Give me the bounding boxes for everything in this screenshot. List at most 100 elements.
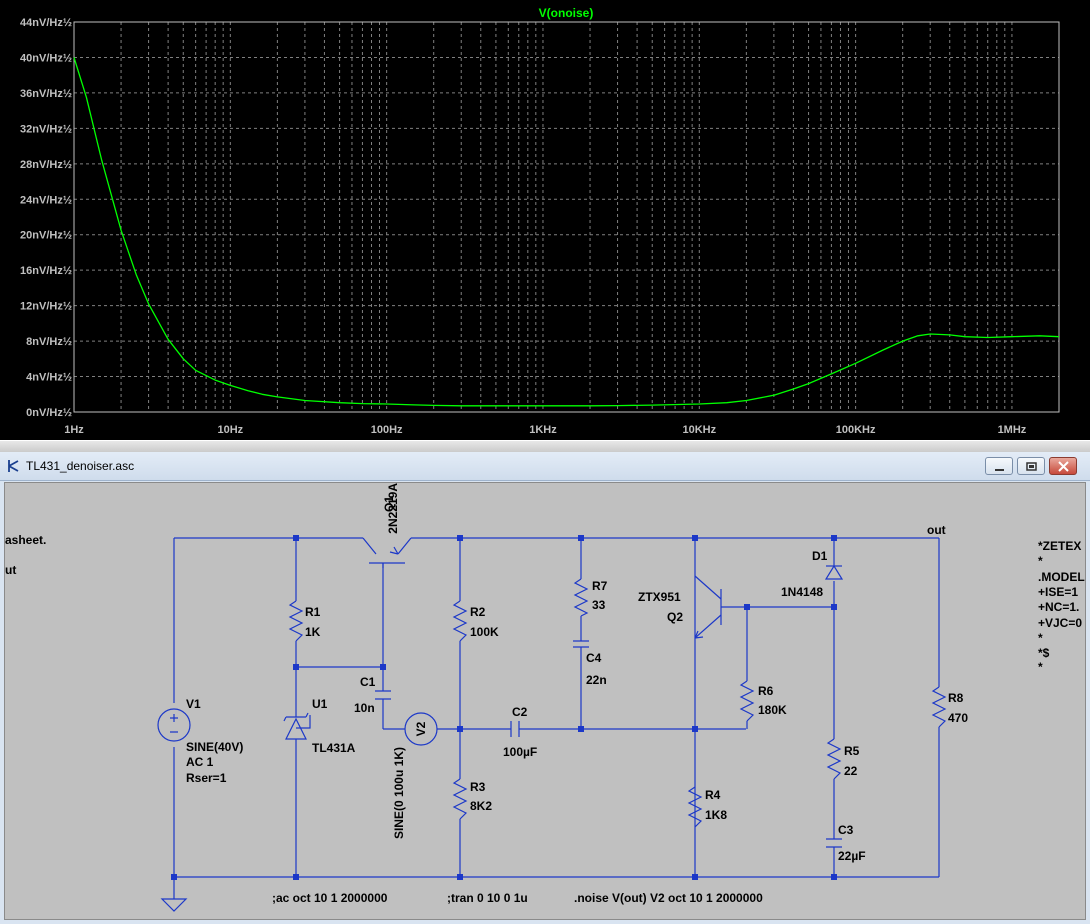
r7-ref[interactable]: R7: [592, 579, 608, 593]
directive-noise[interactable]: .noise V(out) V2 oct 10 1 2000000: [574, 891, 763, 905]
r1-value[interactable]: 1K: [305, 625, 321, 639]
v1-line3[interactable]: Rser=1: [186, 771, 227, 785]
d1-ref[interactable]: D1: [812, 549, 828, 563]
r6-ref[interactable]: R6: [758, 684, 774, 698]
model-line: *$: [1038, 646, 1050, 660]
capacitors[interactable]: [375, 640, 842, 848]
y-tick-label[interactable]: 4nV/Hz½: [26, 372, 72, 384]
v1-line1[interactable]: SINE(40V): [186, 740, 243, 754]
net-label-out[interactable]: out: [927, 523, 946, 537]
x-tick-label[interactable]: 1KHz: [529, 424, 557, 436]
r3-value[interactable]: 8K2: [470, 799, 492, 813]
directive-tran[interactable]: ;tran 0 10 0 1u: [447, 891, 528, 905]
noise-plot[interactable]: 0nV/Hz½ 4nV/Hz½ 8nV/Hz½ 12nV/Hz½ 16nV/Hz½ 20n…: [0, 0, 1090, 440]
v1-ref[interactable]: V1: [186, 697, 201, 711]
r2-ref[interactable]: R2: [470, 605, 486, 619]
q2-ref[interactable]: Q2: [667, 610, 683, 624]
trace-label[interactable]: V(onoise): [539, 6, 594, 20]
x-tick-label[interactable]: 10Hz: [217, 424, 243, 436]
c4-ref[interactable]: C4: [586, 651, 602, 665]
resistor-r5: [826, 738, 842, 780]
v2-value[interactable]: SINE(0 100u 1K): [392, 747, 406, 839]
close-button[interactable]: [1049, 457, 1077, 475]
x-tick-label[interactable]: 100Hz: [371, 424, 403, 436]
model-line: *: [1038, 660, 1043, 674]
r4-value[interactable]: 1K8: [705, 808, 727, 822]
minimize-icon: [995, 469, 1004, 471]
diode-d1[interactable]: [824, 564, 844, 580]
junction-dots: [171, 535, 837, 880]
r5-ref[interactable]: R5: [844, 744, 860, 758]
resistor-r7: [573, 578, 589, 617]
v2-ref[interactable]: V2: [414, 721, 428, 736]
y-tick-label[interactable]: 16nV/Hz½: [20, 265, 72, 277]
q1-value[interactable]: 2N2219A: [386, 483, 400, 534]
c2-ref[interactable]: C2: [512, 705, 528, 719]
shunt-regulator-u1[interactable]: [283, 712, 311, 740]
u1-ref[interactable]: U1: [312, 697, 328, 711]
resistor-r3: [452, 778, 468, 820]
d1-value[interactable]: 1N4148: [781, 585, 823, 599]
y-tick-label[interactable]: 8nV/Hz½: [26, 336, 72, 348]
capacitor-c1: [375, 690, 391, 700]
model-line: *ZETEX: [1038, 539, 1081, 553]
wires: [173, 537, 940, 899]
model-line: *: [1038, 554, 1043, 568]
capacitor-c3: [826, 838, 842, 848]
c1-value[interactable]: 10n: [354, 701, 375, 715]
r5-value[interactable]: 22: [844, 764, 858, 778]
x-tick-label[interactable]: 10KHz: [682, 424, 716, 436]
y-tick-label[interactable]: 12nV/Hz½: [20, 301, 72, 313]
schematic-app-icon: [8, 460, 19, 472]
y-tick-label[interactable]: 24nV/Hz½: [20, 194, 72, 206]
ground-symbol[interactable]: [160, 898, 188, 912]
schematic-canvas[interactable]: out Q1 2N2219A R1 1K C1 10n U1 TL431A V1…: [4, 482, 1086, 920]
directive-ac[interactable]: ;ac oct 10 1 2000000: [272, 891, 388, 905]
r8-value[interactable]: 470: [948, 711, 968, 725]
q2-value[interactable]: ZTX951: [638, 590, 681, 604]
transistor-q2[interactable]: [694, 575, 722, 639]
u1-value[interactable]: TL431A: [312, 741, 356, 755]
plot-frame: [73, 21, 1060, 413]
r8-ref[interactable]: R8: [948, 691, 964, 705]
c4-value[interactable]: 22n: [586, 673, 607, 687]
y-tick-label[interactable]: 36nV/Hz½: [20, 88, 72, 100]
y-tick-label[interactable]: 44nV/Hz½: [20, 17, 72, 29]
x-tick-label[interactable]: 1MHz: [998, 424, 1027, 436]
y-tick-label[interactable]: 20nV/Hz½: [20, 230, 72, 242]
r2-value[interactable]: 100K: [470, 625, 499, 639]
c3-ref[interactable]: C3: [838, 823, 854, 837]
model-line: +VJC=0: [1038, 616, 1082, 630]
waveform-viewer[interactable]: 0nV/Hz½ 4nV/Hz½ 8nV/Hz½ 12nV/Hz½ 16nV/Hz½ 20n…: [0, 0, 1090, 440]
model-line: *: [1038, 631, 1043, 645]
resistor-r1: [288, 600, 304, 642]
v1-line2[interactable]: AC 1: [186, 755, 214, 769]
model-line: +ISE=1: [1038, 585, 1078, 599]
transistor-q1[interactable]: [362, 537, 412, 568]
minimize-button[interactable]: [985, 457, 1013, 475]
schematic-drawing[interactable]: out Q1 2N2219A R1 1K C1 10n U1 TL431A V1…: [5, 483, 1086, 920]
x-tick-label[interactable]: 100KHz: [836, 424, 876, 436]
x-tick-label[interactable]: 1Hz: [64, 424, 84, 436]
resistors[interactable]: [288, 578, 947, 828]
c1-ref[interactable]: C1: [360, 675, 376, 689]
restore-icon: [1026, 462, 1037, 471]
y-tick-label[interactable]: 28nV/Hz½: [20, 159, 72, 171]
y-tick-label[interactable]: 40nV/Hz½: [20, 52, 72, 64]
capacitor-c4: [573, 640, 589, 648]
source-v1[interactable]: [157, 708, 191, 742]
y-tick-label[interactable]: 32nV/Hz½: [20, 123, 72, 135]
y-tick-label[interactable]: 0nV/Hz½: [26, 407, 72, 419]
resistor-r8: [931, 686, 947, 728]
clipped-text-1: asheet.: [5, 533, 46, 547]
r4-ref[interactable]: R4: [705, 788, 721, 802]
r6-value[interactable]: 180K: [758, 703, 787, 717]
r1-ref[interactable]: R1: [305, 605, 321, 619]
window-titlebar[interactable]: TL431_denoiser.asc: [0, 452, 1090, 481]
c2-value[interactable]: 100µF: [503, 745, 537, 759]
spice-model-text[interactable]: *ZETEX * .MODEL +ISE=1 +NC=1. +VJC=0 * *…: [1038, 539, 1085, 674]
maximize-button[interactable]: [1017, 457, 1045, 475]
r7-value[interactable]: 33: [592, 598, 606, 612]
c3-value[interactable]: 22µF: [838, 849, 866, 863]
r3-ref[interactable]: R3: [470, 780, 486, 794]
